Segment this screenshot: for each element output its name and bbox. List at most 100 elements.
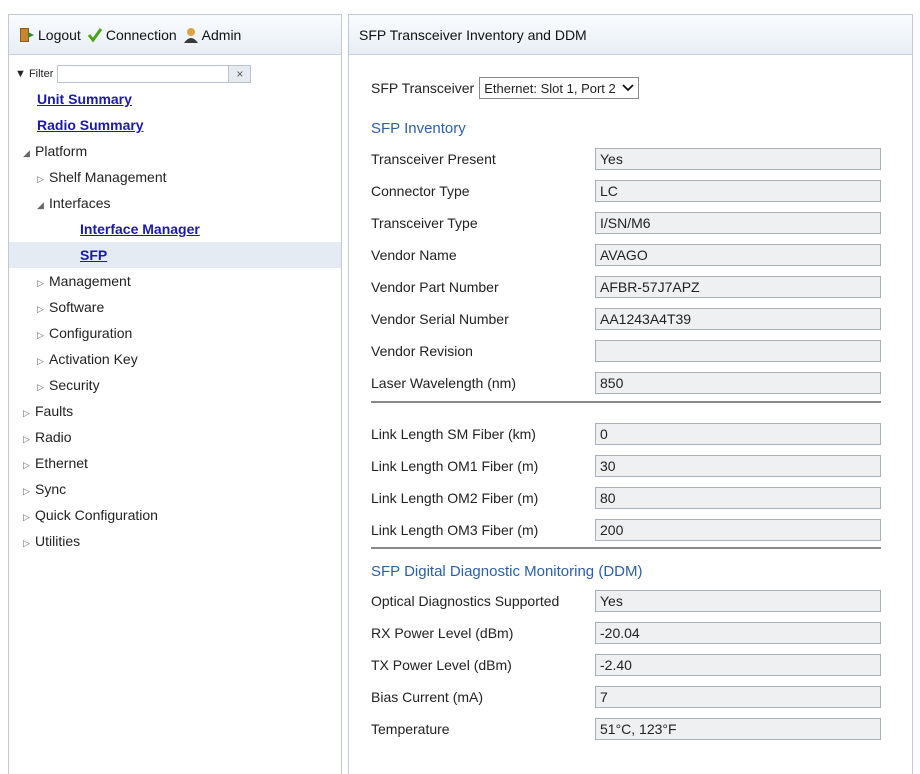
nav-item-faults[interactable]: ▷ Faults <box>9 398 341 424</box>
field-row: Temperature 51°C, 123°F <box>371 718 881 740</box>
field-label: Transceiver Present <box>371 151 496 167</box>
field-value: 200 <box>595 519 881 541</box>
field-row: Connector Type LC <box>371 180 881 202</box>
field-value: AVAGO <box>595 244 881 266</box>
section-divider <box>371 401 881 403</box>
logout-button[interactable]: Logout <box>19 27 81 43</box>
collapsed-icon[interactable]: ▷ <box>23 504 35 530</box>
field-value <box>595 340 881 362</box>
logout-label: Logout <box>38 26 81 43</box>
field-row: Vendor Serial Number AA1243A4T39 <box>371 308 881 330</box>
sfp-transceiver-row: SFP Transceiver Ethernet: Slot 1, Port 2 <box>371 77 639 99</box>
collapsed-icon[interactable]: ▷ <box>23 452 35 478</box>
sfp-transceiver-value: Ethernet: Slot 1, Port 2 <box>484 80 616 96</box>
admin-button[interactable]: Admin <box>183 27 241 43</box>
filter-label: Filter <box>28 68 54 80</box>
nav-item-management[interactable]: ▷ Management <box>9 268 341 294</box>
nav-link[interactable]: Radio Summary <box>37 117 144 133</box>
ddm-section-title: SFP Digital Diagnostic Monitoring (DDM) <box>371 563 643 580</box>
field-row: Vendor Name AVAGO <box>371 244 881 266</box>
field-row: Transceiver Type I/SN/M6 <box>371 212 881 234</box>
field-value: Yes <box>595 590 881 612</box>
collapsed-icon[interactable]: ▷ <box>37 348 49 374</box>
nav-item-platform[interactable]: ◢ Platform <box>9 138 341 164</box>
collapsed-icon[interactable]: ▷ <box>37 374 49 400</box>
nav-label: Sync <box>35 481 67 497</box>
expanded-icon[interactable]: ◢ <box>37 192 49 218</box>
nav-item-interfaces[interactable]: ◢ Interfaces <box>9 190 341 216</box>
sfp-transceiver-label: SFP Transceiver <box>371 80 475 96</box>
field-value: 0 <box>595 423 881 445</box>
collapsed-icon[interactable]: ▷ <box>37 296 49 322</box>
nav-item-sfp[interactable]: SFP <box>9 242 341 268</box>
field-label: Transceiver Type <box>371 215 478 231</box>
field-value: AA1243A4T39 <box>595 308 881 330</box>
nav-item-activation-key[interactable]: ▷ Activation Key <box>9 346 341 372</box>
nav-item-ethernet[interactable]: ▷ Ethernet <box>9 450 341 476</box>
collapsed-icon[interactable]: ▷ <box>37 270 49 296</box>
field-row: Laser Wavelength (nm) 850 <box>371 372 881 394</box>
field-label: Vendor Name <box>371 247 457 263</box>
nav-label: Shelf Management <box>49 169 167 185</box>
nav-label: Configuration <box>49 325 133 341</box>
nav-header: Logout Connection Admin <box>9 15 341 55</box>
nav-item-software[interactable]: ▷ Software <box>9 294 341 320</box>
nav-label: Management <box>49 273 131 289</box>
expanded-icon[interactable]: ◢ <box>23 140 35 166</box>
content-panel: SFP Transceiver Inventory and DDM SFP Tr… <box>348 14 913 774</box>
field-value: 30 <box>595 455 881 477</box>
field-label: Optical Diagnostics Supported <box>371 593 560 609</box>
collapsed-icon[interactable]: ▷ <box>23 426 35 452</box>
user-icon <box>183 27 198 43</box>
field-label: Vendor Revision <box>371 343 473 359</box>
collapsed-icon[interactable]: ▷ <box>23 530 35 556</box>
nav-item-security[interactable]: ▷ Security <box>9 372 341 398</box>
inventory-section-title: SFP Inventory <box>371 120 466 137</box>
nav-item-sync[interactable]: ▷ Sync <box>9 476 341 502</box>
field-label: Link Length OM3 Fiber (m) <box>371 522 539 538</box>
filter-input[interactable] <box>57 65 230 83</box>
field-row: Link Length OM2 Fiber (m) 80 <box>371 487 881 509</box>
sfp-transceiver-select[interactable]: Ethernet: Slot 1, Port 2 <box>479 77 639 99</box>
field-value: 850 <box>595 372 881 394</box>
nav-link[interactable]: Unit Summary <box>37 91 132 107</box>
field-value: I/SN/M6 <box>595 212 881 234</box>
field-value: AFBR-57J7APZ <box>595 276 881 298</box>
nav-item-utilities[interactable]: ▷ Utilities <box>9 528 341 554</box>
nav-label: Security <box>49 377 100 393</box>
field-value: -20.04 <box>595 622 881 644</box>
nav-link[interactable]: SFP <box>80 247 107 263</box>
field-row: Transceiver Present Yes <box>371 148 881 170</box>
field-label: Laser Wavelength (nm) <box>371 375 516 391</box>
field-label: Link Length OM2 Fiber (m) <box>371 490 539 506</box>
nav-item-interface-manager[interactable]: Interface Manager <box>9 216 341 242</box>
nav-label: Radio <box>35 429 72 445</box>
field-label: Temperature <box>371 721 450 737</box>
nav-item-configuration[interactable]: ▷ Configuration <box>9 320 341 346</box>
nav-label: Platform <box>35 143 88 159</box>
connection-button[interactable]: Connection <box>87 27 177 43</box>
collapsed-icon[interactable]: ▷ <box>37 322 49 348</box>
nav-item-radio-summary[interactable]: Radio Summary <box>9 112 341 138</box>
nav-item-radio[interactable]: ▷ Radio <box>9 424 341 450</box>
collapsed-icon[interactable]: ▷ <box>37 166 49 192</box>
collapsed-icon[interactable]: ▷ <box>23 400 35 426</box>
field-row: TX Power Level (dBm) -2.40 <box>371 654 881 676</box>
collapsed-icon[interactable]: ▷ <box>23 478 35 504</box>
clear-filter-button[interactable]: × <box>229 65 252 83</box>
field-row: Link Length SM Fiber (km) 0 <box>371 423 881 445</box>
field-row: Bias Current (mA) 7 <box>371 686 881 708</box>
nav-label: Utilities <box>35 533 81 549</box>
field-row: Vendor Part Number AFBR-57J7APZ <box>371 276 881 298</box>
nav-item-unit-summary[interactable]: Unit Summary <box>9 86 341 112</box>
nav-item-shelf-management[interactable]: ▷ Shelf Management <box>9 164 341 190</box>
nav-link[interactable]: Interface Manager <box>80 221 200 237</box>
field-row: Optical Diagnostics Supported Yes <box>371 590 881 612</box>
filter-toggle[interactable]: ▼ Filter <box>15 68 53 80</box>
logout-icon <box>20 27 34 42</box>
nav-label: Quick Configuration <box>35 507 158 523</box>
nav-item-quick-configuration[interactable]: ▷ Quick Configuration <box>9 502 341 528</box>
filter-bar: ▼ Filter × <box>9 62 341 86</box>
field-row: RX Power Level (dBm) -20.04 <box>371 622 881 644</box>
field-value: LC <box>595 180 881 202</box>
